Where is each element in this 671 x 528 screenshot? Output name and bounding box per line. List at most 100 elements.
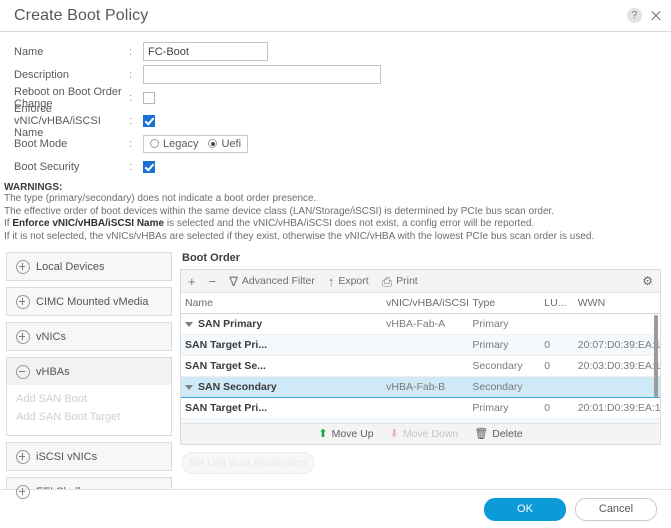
ok-button[interactable]: OK (484, 497, 566, 521)
boot-security-label: Boot Security (14, 160, 80, 173)
boot-order-grid: + − ∇ Advanced Filter ↑ Export ⎙ Print ⚙… (180, 269, 661, 445)
sidebar-section-iscsi-vnics: iSCSI vNICs (6, 442, 172, 471)
column-header-type[interactable]: Type (468, 293, 541, 314)
cell-wwn (573, 313, 660, 335)
chevron-down-icon[interactable] (185, 321, 193, 327)
boot-mode-colon: : (129, 137, 133, 150)
row-name-text: SAN Target Pri... (185, 402, 268, 414)
form-row-boot-security: Boot Security : (14, 155, 671, 178)
dialog-titlebar: Create Boot Policy ? (0, 0, 671, 32)
boot-mode-option-legacy[interactable]: Legacy (150, 138, 198, 150)
add-san-boot-link[interactable]: Add SAN Boot (16, 390, 162, 408)
trash-icon: 🗑 (474, 427, 489, 440)
row-name-text: SAN Primary (198, 318, 263, 330)
reboot-on-boot-order-change-checkbox[interactable] (143, 91, 155, 104)
table-row[interactable]: SAN Target Se... Secondary 0 20:03:D0:39… (181, 355, 660, 377)
name-input[interactable] (143, 42, 268, 61)
boot-order-panel: Boot Order + − ∇ Advanced Filter ↑ Expor… (180, 252, 661, 489)
warning-line-1: The type (primary/secondary) does not in… (4, 193, 317, 204)
cell-type: Secondary (468, 376, 541, 398)
column-header-lun[interactable]: LU... (540, 293, 574, 314)
sidebar-item-cimc-mounted-vmedia[interactable]: CIMC Mounted vMedia (7, 288, 171, 315)
warning-line-3: If Enforce vNIC/vHBA/iSCSI Name is selec… (4, 218, 671, 231)
cell-lun: 0 (540, 418, 574, 423)
sidebar-item-label: vNICs (36, 330, 66, 343)
grid-toolbar: + − ∇ Advanced Filter ↑ Export ⎙ Print ⚙ (181, 270, 660, 293)
row-name-text: SAN Target Pri... (185, 339, 268, 351)
vertical-scrollbar[interactable] (654, 315, 658, 397)
dialog-footer: OK Cancel (0, 489, 671, 528)
cell-wwn: 20:05:D0:39:EA:18:BA:5A (573, 418, 660, 423)
gear-icon[interactable]: ⚙ (642, 274, 653, 288)
column-header-vnic[interactable]: vNIC/vHBA/iSCSI v... (382, 293, 469, 314)
name-label: Name (14, 45, 44, 58)
chevron-down-icon[interactable] (185, 384, 193, 390)
export-label: Export (338, 275, 369, 287)
cell-vnic (382, 355, 469, 377)
grid-footer-actions: ⬆ Move Up ⬇ Move Down 🗑 Delete (181, 423, 660, 444)
enforce-label: Enforce vNIC/vHBA/iSCSI Name (14, 102, 101, 139)
row-name-text: SAN Target Se... (185, 360, 266, 372)
sidebar-item-label: Local Devices (36, 260, 105, 273)
cell-name: SAN Primary (181, 313, 383, 335)
plus-circle-icon (16, 329, 30, 344)
warnings-block: WARNINGS: The type (primary/secondary) d… (0, 178, 671, 243)
sidebar-item-vhbas[interactable]: vHBAs (7, 358, 171, 385)
enforce-name-checkbox[interactable] (143, 114, 155, 127)
print-button[interactable]: ⎙ Print (382, 275, 418, 288)
delete-button[interactable]: 🗑 Delete (474, 428, 522, 440)
table-row[interactable]: SAN Target Pri... Primary 0 20:01:D0:39:… (181, 397, 660, 419)
move-down-button: ⬇ Move Down (390, 428, 459, 440)
cell-name: SAN Target Pri... (181, 334, 383, 356)
sidebar-item-iscsi-vnics[interactable]: iSCSI vNICs (7, 443, 171, 470)
sidebar-item-vnics[interactable]: vNICs (7, 323, 171, 350)
remove-row-button[interactable]: − (209, 275, 217, 288)
cell-lun: 0 (540, 355, 574, 377)
arrow-down-icon: ⬇ (389, 427, 399, 440)
add-san-boot-target-link[interactable]: Add SAN Boot Target (16, 408, 162, 426)
help-circle-icon[interactable]: ? (627, 8, 642, 23)
filter-icon: ∇ (229, 273, 238, 289)
warnings-heading: WARNINGS: (4, 182, 63, 193)
sidebar-item-label: vHBAs (36, 365, 70, 378)
export-button[interactable]: ↑ Export (328, 275, 369, 288)
cell-wwn: 20:07:D0:39:EA:18:BA:5A (573, 334, 660, 356)
cell-vnic (382, 418, 469, 423)
cell-lun (540, 313, 574, 335)
close-icon[interactable] (649, 9, 663, 23)
set-uefi-boot-parameters-button: Set Uefi Boot Parameters (182, 452, 314, 474)
row-name-text: SAN Secondary (198, 381, 277, 393)
cancel-button[interactable]: Cancel (575, 497, 657, 521)
table-header-row: Name vNIC/vHBA/iSCSI v... Type LU... WWN (181, 293, 660, 314)
table-row[interactable]: SAN Primary vHBA-Fab-A Primary (181, 313, 660, 335)
column-header-wwn[interactable]: WWN (573, 293, 660, 314)
table-row-selected[interactable]: SAN Secondary vHBA-Fab-B Secondary (181, 376, 660, 398)
sidebar-item-local-devices[interactable]: Local Devices (7, 253, 171, 280)
print-icon: ⎙ (381, 273, 393, 289)
move-up-label: Move Up (331, 428, 374, 440)
policy-form: Name : Description : Reboot on Boot Orde… (0, 32, 671, 178)
cell-lun: 0 (540, 397, 574, 419)
description-input[interactable] (143, 65, 381, 84)
warning-line-2: The effective order of boot devices with… (4, 205, 555, 217)
boot-security-checkbox[interactable] (143, 160, 155, 173)
sidebar-item-label: iSCSI vNICs (36, 450, 98, 463)
cell-wwn: 20:03:D0:39:EA:18:BA:5A (573, 355, 660, 377)
table-row[interactable]: SAN Target Pri... Primary 0 20:07:D0:39:… (181, 334, 660, 356)
arrow-up-icon: ⬆ (318, 427, 328, 440)
delete-label: Delete (492, 428, 523, 440)
add-row-button[interactable]: + (188, 275, 196, 288)
move-up-button[interactable]: ⬆ Move Up (318, 428, 373, 440)
table-row[interactable]: SAN Target Se... Secondary 0 20:05:D0:39… (181, 418, 660, 423)
table-body: SAN Primary vHBA-Fab-A Primary SAN Targe… (181, 313, 660, 423)
cell-vnic (382, 334, 469, 356)
cell-type: Primary (468, 397, 541, 419)
boot-mode-option-uefi[interactable]: Uefi (208, 138, 241, 150)
uefi-label: Uefi (221, 137, 242, 150)
cell-type: Primary (468, 334, 541, 356)
reboot-colon: : (129, 91, 133, 104)
advanced-filter-button[interactable]: ∇ Advanced Filter (229, 275, 315, 288)
boot-security-colon: : (129, 160, 133, 173)
column-header-name[interactable]: Name (181, 293, 383, 314)
plus-circle-icon (16, 484, 30, 499)
